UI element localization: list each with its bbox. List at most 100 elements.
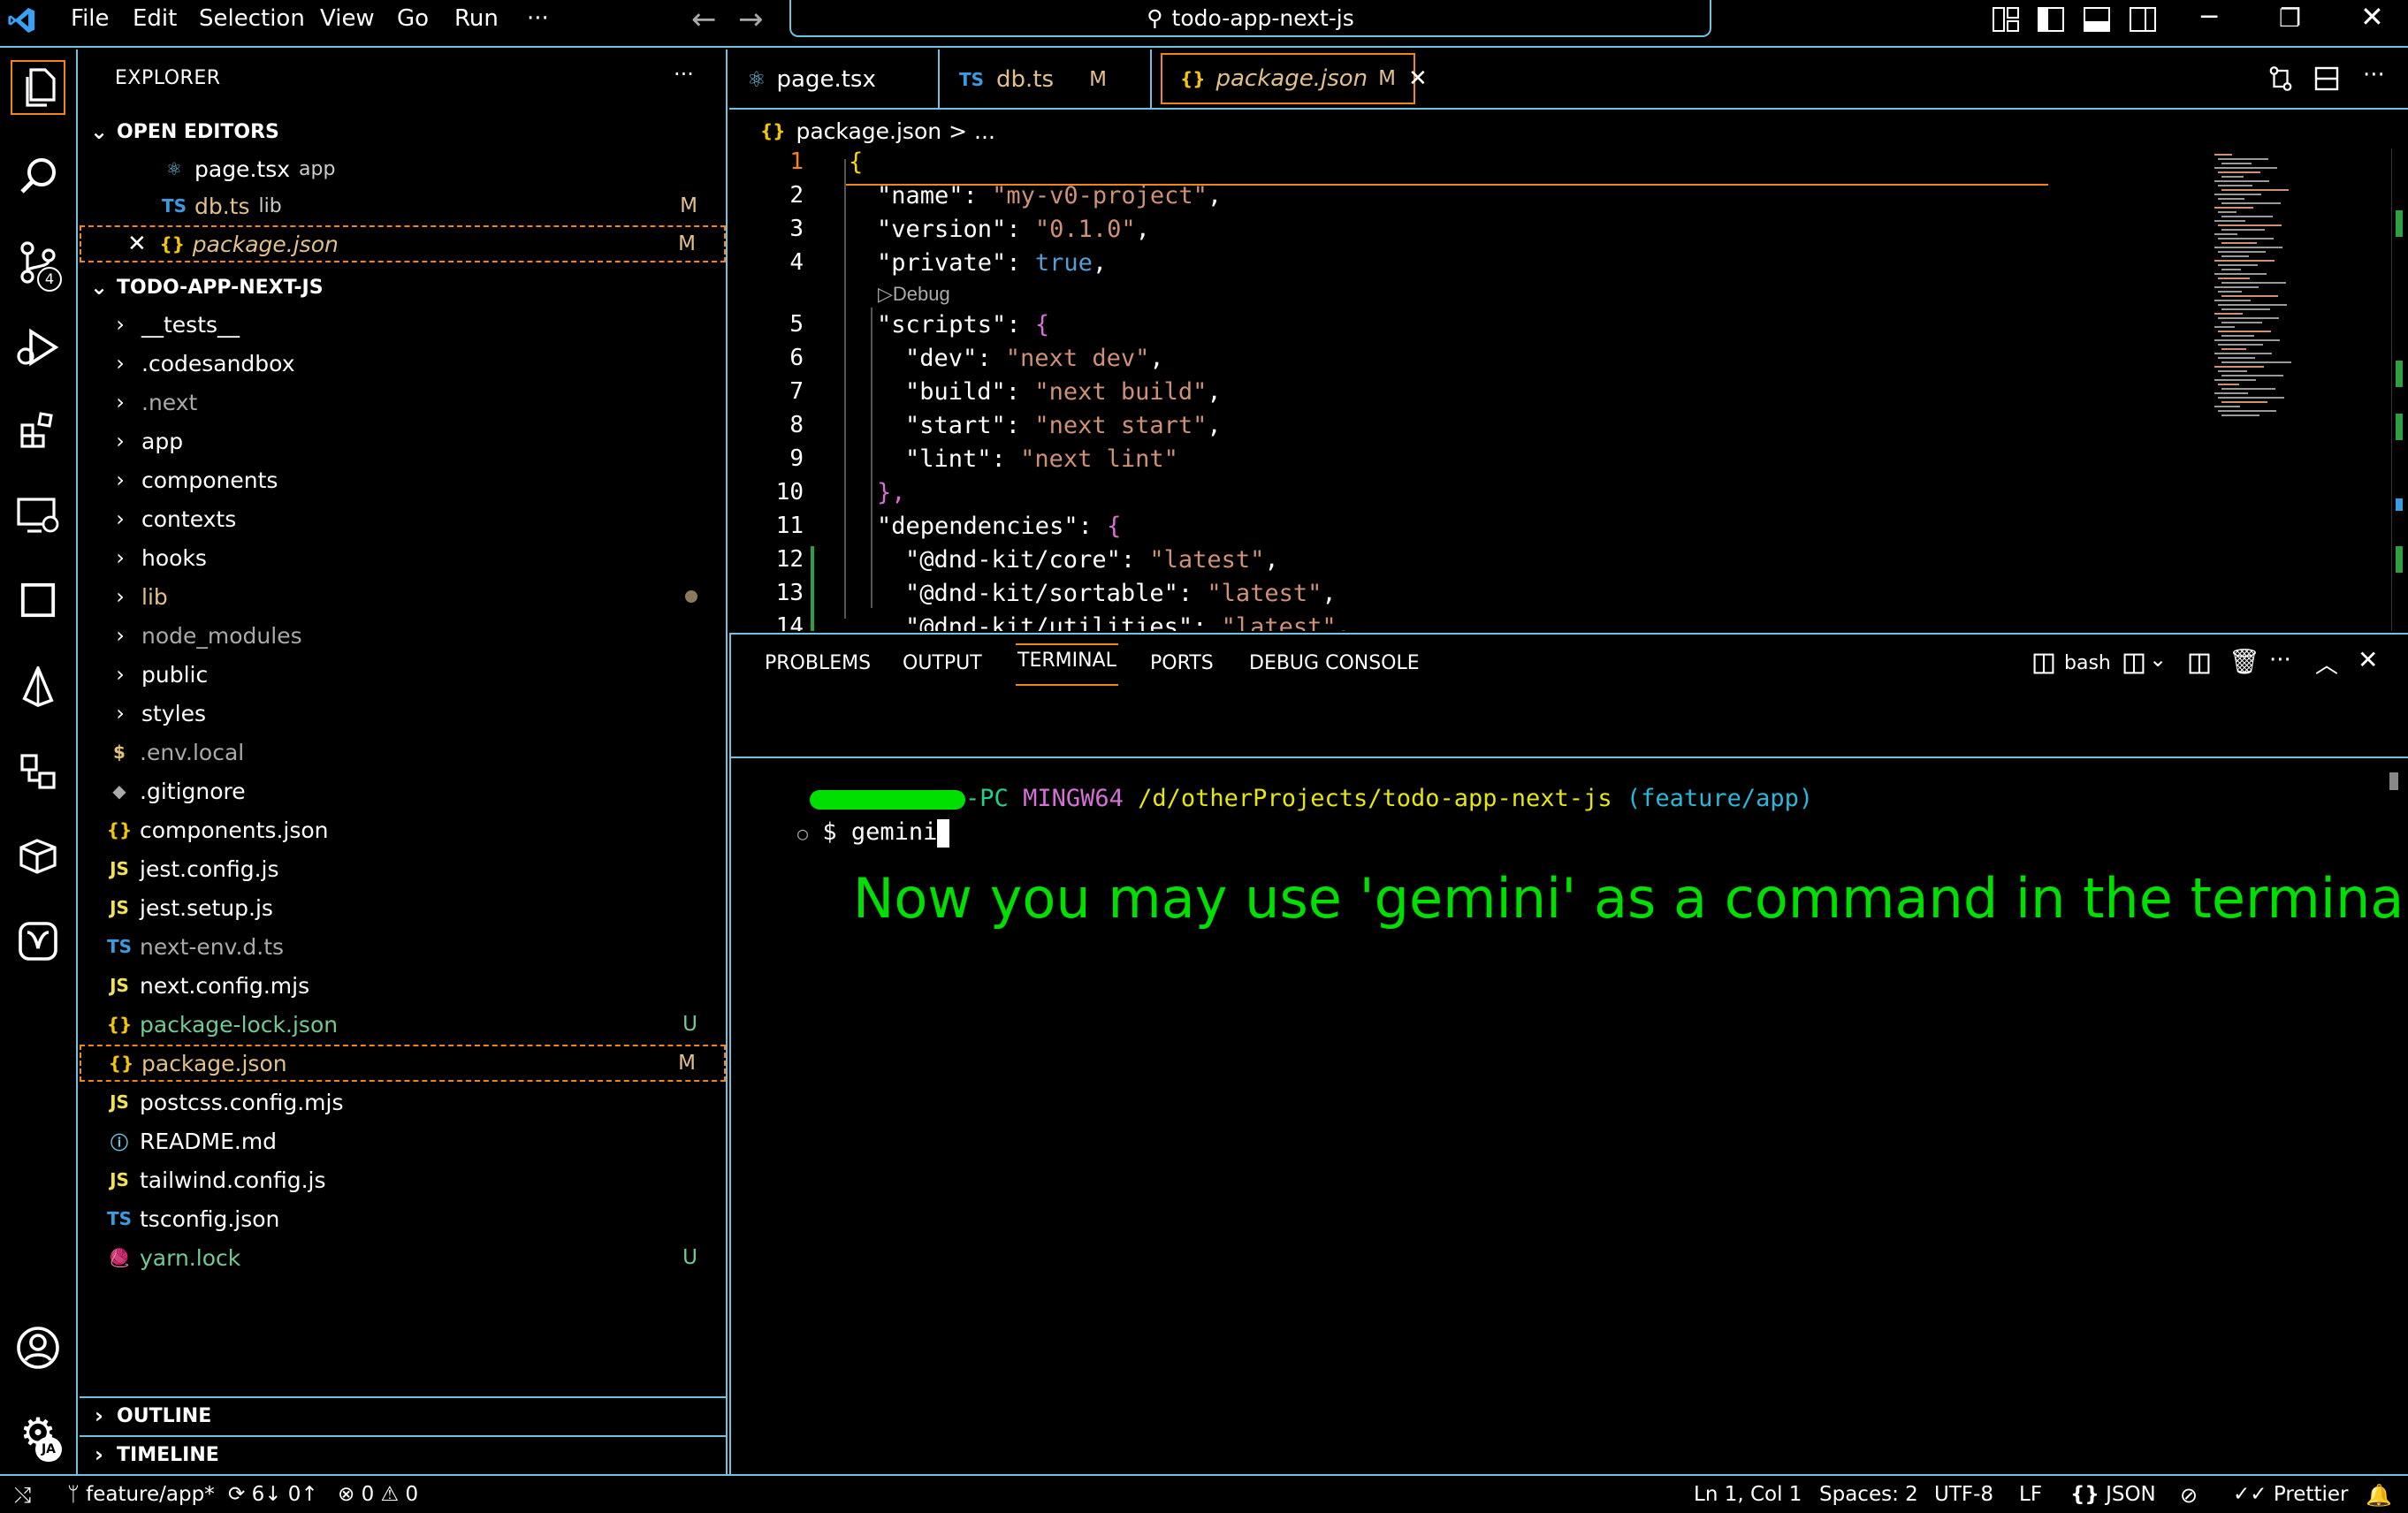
menu-go[interactable]: Go xyxy=(397,5,429,32)
terminal-shell-name[interactable]: bash xyxy=(2064,652,2111,674)
compare-changes-icon[interactable] xyxy=(2267,65,2294,92)
minimize-icon[interactable]: ─ xyxy=(2201,2,2217,33)
breadcrumb-file[interactable]: package.json xyxy=(796,118,941,144)
file-item[interactable]: ⓘ README.md xyxy=(80,1122,726,1159)
explorer-icon[interactable] xyxy=(11,60,65,115)
notifications-bell-icon[interactable]: 🔔 xyxy=(2366,1483,2392,1508)
timeline-header[interactable]: › TIMELINE xyxy=(80,1435,726,1472)
project-header[interactable]: ⌄ TODO-APP-NEXT-JS xyxy=(80,269,726,306)
close-window-icon[interactable]: ✕ xyxy=(2360,0,2384,34)
close-panel-icon[interactable]: ✕ xyxy=(2358,645,2378,674)
open-editor-page-tsx[interactable]: ⚛ page.tsx app xyxy=(80,150,726,187)
menu-more[interactable]: ··· xyxy=(527,5,549,32)
tab-package-json[interactable]: {} package.json M ✕ xyxy=(1161,53,1428,104)
tab-debug-console[interactable]: DEBUG CONSOLE xyxy=(1249,652,1420,674)
folder-item[interactable]: › .next xyxy=(80,384,726,421)
folder-item[interactable]: › lib xyxy=(80,578,726,615)
cursor-position[interactable]: Ln 1, Col 1 xyxy=(1694,1483,1802,1506)
editor-scrollbar[interactable] xyxy=(2391,148,2407,631)
source-control-icon[interactable]: 4 xyxy=(11,235,65,292)
file-item[interactable]: $ .env.local xyxy=(80,734,726,771)
file-item[interactable]: ◆ .gitignore xyxy=(80,772,726,810)
containers-icon[interactable] xyxy=(11,829,65,884)
encoding[interactable]: UTF-8 xyxy=(1934,1483,1993,1506)
square-panel-icon[interactable] xyxy=(11,573,65,627)
outline-header[interactable]: › OUTLINE xyxy=(80,1396,726,1433)
folder-item[interactable]: › styles xyxy=(80,695,726,732)
ports-icon[interactable] xyxy=(11,744,65,799)
close-editor-icon[interactable]: ✕ xyxy=(127,231,147,257)
tab-terminal[interactable]: TERMINAL xyxy=(1016,643,1118,686)
problems-indicator[interactable]: ⊗ 0 ⚠ 0 xyxy=(338,1483,418,1506)
folder-item[interactable]: › public xyxy=(80,656,726,693)
folder-item[interactable]: › __tests__ xyxy=(80,306,726,343)
toggle-panel-icon[interactable] xyxy=(2084,7,2110,32)
tab-output[interactable]: OUTPUT xyxy=(903,652,982,674)
file-item[interactable]: TS tsconfig.json xyxy=(80,1200,726,1237)
customize-layout-icon[interactable] xyxy=(1993,7,2019,32)
explorer-more-icon[interactable]: ··· xyxy=(674,62,694,87)
remote-explorer-icon[interactable] xyxy=(11,488,65,543)
menu-view[interactable]: View xyxy=(320,5,375,32)
maximize-panel-icon[interactable] xyxy=(2188,652,2211,675)
terminal-scrollbar[interactable] xyxy=(2389,772,2398,790)
menu-file[interactable]: File xyxy=(71,5,110,32)
accounts-icon[interactable] xyxy=(11,1320,65,1375)
run-debug-icon[interactable] xyxy=(11,320,65,375)
split-terminal-icon[interactable] xyxy=(2122,652,2145,675)
open-editor-package-json[interactable]: ✕ {} package.json M xyxy=(80,225,726,262)
folder-item[interactable]: › hooks xyxy=(80,539,726,576)
file-item[interactable]: 🧶 yarn.lock U xyxy=(80,1239,726,1276)
minimap[interactable] xyxy=(2207,150,2313,442)
forward-arrow-icon[interactable]: → xyxy=(738,2,764,37)
terminal-split-icon[interactable] xyxy=(2032,652,2055,675)
open-editor-db-ts[interactable]: TS db.ts lib M xyxy=(80,187,726,224)
breadcrumb-symbols[interactable]: ... xyxy=(974,118,995,144)
editor-more-icon[interactable]: ··· xyxy=(2363,62,2385,88)
tab-page-tsx[interactable]: ⚛ page.tsx xyxy=(729,49,940,110)
chevron-up-icon[interactable]: ︿ xyxy=(2315,647,2338,680)
toggle-secondary-sidebar-icon[interactable] xyxy=(2130,7,2156,32)
extensions-icon[interactable] xyxy=(11,403,65,458)
folder-item[interactable]: › contexts xyxy=(80,500,726,537)
menu-selection[interactable]: Selection xyxy=(199,5,305,32)
sync-indicator[interactable]: ⟳ 6↓ 0↑ xyxy=(228,1483,318,1506)
vscode-logo-icon[interactable] xyxy=(7,5,37,35)
file-item[interactable]: {} package-lock.json U xyxy=(80,1006,726,1043)
split-editor-icon[interactable] xyxy=(2313,65,2340,92)
code-editor[interactable]: 1 {2 "name": "my-v0-project", 3 "version": "… xyxy=(729,148,2408,631)
folder-item[interactable]: › node_modules xyxy=(80,617,726,654)
folder-item[interactable]: › app xyxy=(80,422,726,460)
mermaid-icon[interactable] xyxy=(11,914,65,969)
terminal-command-line[interactable]: ○ $ gemini xyxy=(740,779,950,848)
restore-icon[interactable]: ❐ xyxy=(2279,4,2301,33)
remote-indicator-icon[interactable]: ⤭ xyxy=(14,1483,31,1508)
file-item[interactable]: {} package.json M xyxy=(80,1045,726,1082)
folder-item[interactable]: › components xyxy=(80,461,726,498)
menu-edit[interactable]: Edit xyxy=(133,5,177,32)
close-tab-icon[interactable]: ✕ xyxy=(1408,65,1428,92)
copilot-icon[interactable]: ⊘ xyxy=(2180,1483,2198,1508)
trash-icon[interactable]: 🗑 xyxy=(2229,647,2260,676)
tab-problems[interactable]: PROBLEMS xyxy=(765,652,871,674)
command-center-search[interactable]: ⚲ todo-app-next-js xyxy=(789,0,1711,37)
chevron-down-icon[interactable]: ⌄ xyxy=(2149,647,2167,672)
language-mode[interactable]: {} JSON xyxy=(2070,1483,2156,1506)
tab-ports[interactable]: PORTS xyxy=(1150,652,1214,674)
file-item[interactable]: JS postcss.config.mjs xyxy=(80,1083,726,1121)
debug-codelens[interactable]: ▷Debug xyxy=(878,283,950,306)
file-item[interactable]: {} components.json xyxy=(80,811,726,848)
folder-item[interactable]: › .codesandbox xyxy=(80,345,726,382)
end-of-line[interactable]: LF xyxy=(2019,1483,2042,1506)
file-item[interactable]: JS jest.config.js xyxy=(80,850,726,887)
file-item[interactable]: JS tailwind.config.js xyxy=(80,1161,726,1198)
open-editors-header[interactable]: ⌄ OPEN EDITORS xyxy=(80,113,726,150)
prisma-icon[interactable] xyxy=(11,659,65,714)
tab-db-ts[interactable]: TS db.ts M xyxy=(941,49,1152,110)
menu-run[interactable]: Run xyxy=(454,5,499,32)
file-item[interactable]: TS next-env.d.ts xyxy=(80,928,726,965)
manage-gear-icon[interactable]: ⚙ JA xyxy=(11,1405,65,1462)
file-item[interactable]: JS next.config.mjs xyxy=(80,967,726,1004)
file-item[interactable]: JS jest.setup.js xyxy=(80,889,726,926)
panel-more-icon[interactable]: ··· xyxy=(2269,647,2291,673)
